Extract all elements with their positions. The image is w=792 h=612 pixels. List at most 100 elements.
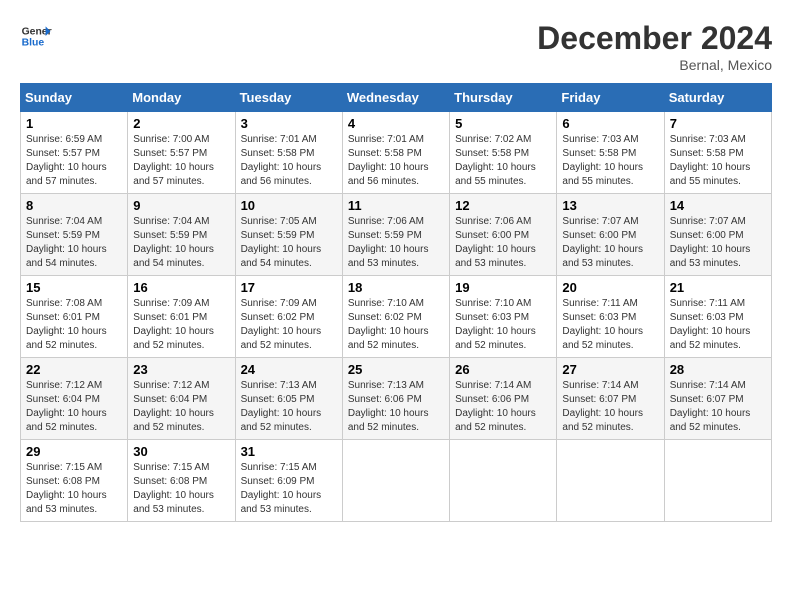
logo-icon: General Blue bbox=[20, 20, 52, 52]
header-monday: Monday bbox=[128, 84, 235, 112]
day-cell: 28 Sunrise: 7:14 AMSunset: 6:07 PMDaylig… bbox=[664, 358, 771, 440]
day-cell: 20 Sunrise: 7:11 AMSunset: 6:03 PMDaylig… bbox=[557, 276, 664, 358]
day-info: Sunrise: 7:00 AMSunset: 5:57 PMDaylight:… bbox=[133, 134, 214, 187]
day-cell: 19 Sunrise: 7:10 AMSunset: 6:03 PMDaylig… bbox=[450, 276, 557, 358]
day-number: 5 bbox=[455, 116, 551, 131]
day-cell: 7 Sunrise: 7:03 AMSunset: 5:58 PMDayligh… bbox=[664, 112, 771, 194]
day-number: 19 bbox=[455, 280, 551, 295]
day-number: 23 bbox=[133, 362, 229, 377]
day-number: 2 bbox=[133, 116, 229, 131]
location: Bernal, Mexico bbox=[537, 57, 772, 73]
empty-cell bbox=[342, 440, 449, 522]
day-cell: 29 Sunrise: 7:15 AMSunset: 6:08 PMDaylig… bbox=[21, 440, 128, 522]
day-number: 27 bbox=[562, 362, 658, 377]
day-number: 7 bbox=[670, 116, 766, 131]
day-number: 8 bbox=[26, 198, 122, 213]
day-info: Sunrise: 7:15 AMSunset: 6:08 PMDaylight:… bbox=[26, 462, 107, 515]
day-number: 9 bbox=[133, 198, 229, 213]
day-info: Sunrise: 7:03 AMSunset: 5:58 PMDaylight:… bbox=[670, 134, 751, 187]
day-info: Sunrise: 7:15 AMSunset: 6:09 PMDaylight:… bbox=[241, 462, 322, 515]
day-info: Sunrise: 6:59 AMSunset: 5:57 PMDaylight:… bbox=[26, 134, 107, 187]
header-friday: Friday bbox=[557, 84, 664, 112]
header-sunday: Sunday bbox=[21, 84, 128, 112]
day-number: 15 bbox=[26, 280, 122, 295]
calendar-row: 29 Sunrise: 7:15 AMSunset: 6:08 PMDaylig… bbox=[21, 440, 772, 522]
day-number: 26 bbox=[455, 362, 551, 377]
day-info: Sunrise: 7:07 AMSunset: 6:00 PMDaylight:… bbox=[670, 216, 751, 269]
day-info: Sunrise: 7:07 AMSunset: 6:00 PMDaylight:… bbox=[562, 216, 643, 269]
svg-text:Blue: Blue bbox=[22, 38, 45, 49]
day-cell: 24 Sunrise: 7:13 AMSunset: 6:05 PMDaylig… bbox=[235, 358, 342, 440]
day-info: Sunrise: 7:06 AMSunset: 6:00 PMDaylight:… bbox=[455, 216, 536, 269]
day-info: Sunrise: 7:01 AMSunset: 5:58 PMDaylight:… bbox=[241, 134, 322, 187]
calendar-row: 8 Sunrise: 7:04 AMSunset: 5:59 PMDayligh… bbox=[21, 194, 772, 276]
calendar-row: 1 Sunrise: 6:59 AMSunset: 5:57 PMDayligh… bbox=[21, 112, 772, 194]
calendar-table: Sunday Monday Tuesday Wednesday Thursday… bbox=[20, 83, 772, 522]
day-number: 10 bbox=[241, 198, 337, 213]
empty-cell bbox=[664, 440, 771, 522]
day-info: Sunrise: 7:15 AMSunset: 6:08 PMDaylight:… bbox=[133, 462, 214, 515]
day-cell: 14 Sunrise: 7:07 AMSunset: 6:00 PMDaylig… bbox=[664, 194, 771, 276]
day-number: 3 bbox=[241, 116, 337, 131]
day-info: Sunrise: 7:12 AMSunset: 6:04 PMDaylight:… bbox=[133, 380, 214, 433]
day-cell: 6 Sunrise: 7:03 AMSunset: 5:58 PMDayligh… bbox=[557, 112, 664, 194]
day-info: Sunrise: 7:09 AMSunset: 6:02 PMDaylight:… bbox=[241, 298, 322, 351]
day-cell: 22 Sunrise: 7:12 AMSunset: 6:04 PMDaylig… bbox=[21, 358, 128, 440]
day-info: Sunrise: 7:11 AMSunset: 6:03 PMDaylight:… bbox=[670, 298, 751, 351]
day-cell: 8 Sunrise: 7:04 AMSunset: 5:59 PMDayligh… bbox=[21, 194, 128, 276]
day-number: 18 bbox=[348, 280, 444, 295]
day-cell: 15 Sunrise: 7:08 AMSunset: 6:01 PMDaylig… bbox=[21, 276, 128, 358]
day-number: 21 bbox=[670, 280, 766, 295]
day-number: 16 bbox=[133, 280, 229, 295]
header-tuesday: Tuesday bbox=[235, 84, 342, 112]
day-number: 14 bbox=[670, 198, 766, 213]
calendar-row: 22 Sunrise: 7:12 AMSunset: 6:04 PMDaylig… bbox=[21, 358, 772, 440]
day-cell: 25 Sunrise: 7:13 AMSunset: 6:06 PMDaylig… bbox=[342, 358, 449, 440]
day-cell: 26 Sunrise: 7:14 AMSunset: 6:06 PMDaylig… bbox=[450, 358, 557, 440]
day-number: 30 bbox=[133, 444, 229, 459]
day-number: 17 bbox=[241, 280, 337, 295]
day-info: Sunrise: 7:04 AMSunset: 5:59 PMDaylight:… bbox=[26, 216, 107, 269]
day-number: 31 bbox=[241, 444, 337, 459]
header-thursday: Thursday bbox=[450, 84, 557, 112]
day-info: Sunrise: 7:01 AMSunset: 5:58 PMDaylight:… bbox=[348, 134, 429, 187]
day-cell: 17 Sunrise: 7:09 AMSunset: 6:02 PMDaylig… bbox=[235, 276, 342, 358]
day-cell: 10 Sunrise: 7:05 AMSunset: 5:59 PMDaylig… bbox=[235, 194, 342, 276]
day-info: Sunrise: 7:13 AMSunset: 6:06 PMDaylight:… bbox=[348, 380, 429, 433]
day-cell: 1 Sunrise: 6:59 AMSunset: 5:57 PMDayligh… bbox=[21, 112, 128, 194]
day-info: Sunrise: 7:02 AMSunset: 5:58 PMDaylight:… bbox=[455, 134, 536, 187]
day-cell: 21 Sunrise: 7:11 AMSunset: 6:03 PMDaylig… bbox=[664, 276, 771, 358]
day-cell: 27 Sunrise: 7:14 AMSunset: 6:07 PMDaylig… bbox=[557, 358, 664, 440]
day-info: Sunrise: 7:05 AMSunset: 5:59 PMDaylight:… bbox=[241, 216, 322, 269]
day-cell: 5 Sunrise: 7:02 AMSunset: 5:58 PMDayligh… bbox=[450, 112, 557, 194]
day-info: Sunrise: 7:10 AMSunset: 6:03 PMDaylight:… bbox=[455, 298, 536, 351]
calendar-row: 15 Sunrise: 7:08 AMSunset: 6:01 PMDaylig… bbox=[21, 276, 772, 358]
day-number: 29 bbox=[26, 444, 122, 459]
day-number: 12 bbox=[455, 198, 551, 213]
day-info: Sunrise: 7:04 AMSunset: 5:59 PMDaylight:… bbox=[133, 216, 214, 269]
day-cell: 2 Sunrise: 7:00 AMSunset: 5:57 PMDayligh… bbox=[128, 112, 235, 194]
day-info: Sunrise: 7:09 AMSunset: 6:01 PMDaylight:… bbox=[133, 298, 214, 351]
day-info: Sunrise: 7:06 AMSunset: 5:59 PMDaylight:… bbox=[348, 216, 429, 269]
day-number: 22 bbox=[26, 362, 122, 377]
day-number: 13 bbox=[562, 198, 658, 213]
month-title: December 2024 bbox=[537, 20, 772, 57]
day-info: Sunrise: 7:03 AMSunset: 5:58 PMDaylight:… bbox=[562, 134, 643, 187]
calendar-header-row: Sunday Monday Tuesday Wednesday Thursday… bbox=[21, 84, 772, 112]
day-number: 20 bbox=[562, 280, 658, 295]
day-info: Sunrise: 7:13 AMSunset: 6:05 PMDaylight:… bbox=[241, 380, 322, 433]
day-cell: 23 Sunrise: 7:12 AMSunset: 6:04 PMDaylig… bbox=[128, 358, 235, 440]
title-area: December 2024 Bernal, Mexico bbox=[537, 20, 772, 73]
day-number: 24 bbox=[241, 362, 337, 377]
header-wednesday: Wednesday bbox=[342, 84, 449, 112]
day-cell: 18 Sunrise: 7:10 AMSunset: 6:02 PMDaylig… bbox=[342, 276, 449, 358]
day-cell: 9 Sunrise: 7:04 AMSunset: 5:59 PMDayligh… bbox=[128, 194, 235, 276]
day-cell: 16 Sunrise: 7:09 AMSunset: 6:01 PMDaylig… bbox=[128, 276, 235, 358]
day-number: 1 bbox=[26, 116, 122, 131]
day-cell: 11 Sunrise: 7:06 AMSunset: 5:59 PMDaylig… bbox=[342, 194, 449, 276]
empty-cell bbox=[557, 440, 664, 522]
day-cell: 12 Sunrise: 7:06 AMSunset: 6:00 PMDaylig… bbox=[450, 194, 557, 276]
day-number: 25 bbox=[348, 362, 444, 377]
day-number: 28 bbox=[670, 362, 766, 377]
day-cell: 13 Sunrise: 7:07 AMSunset: 6:00 PMDaylig… bbox=[557, 194, 664, 276]
